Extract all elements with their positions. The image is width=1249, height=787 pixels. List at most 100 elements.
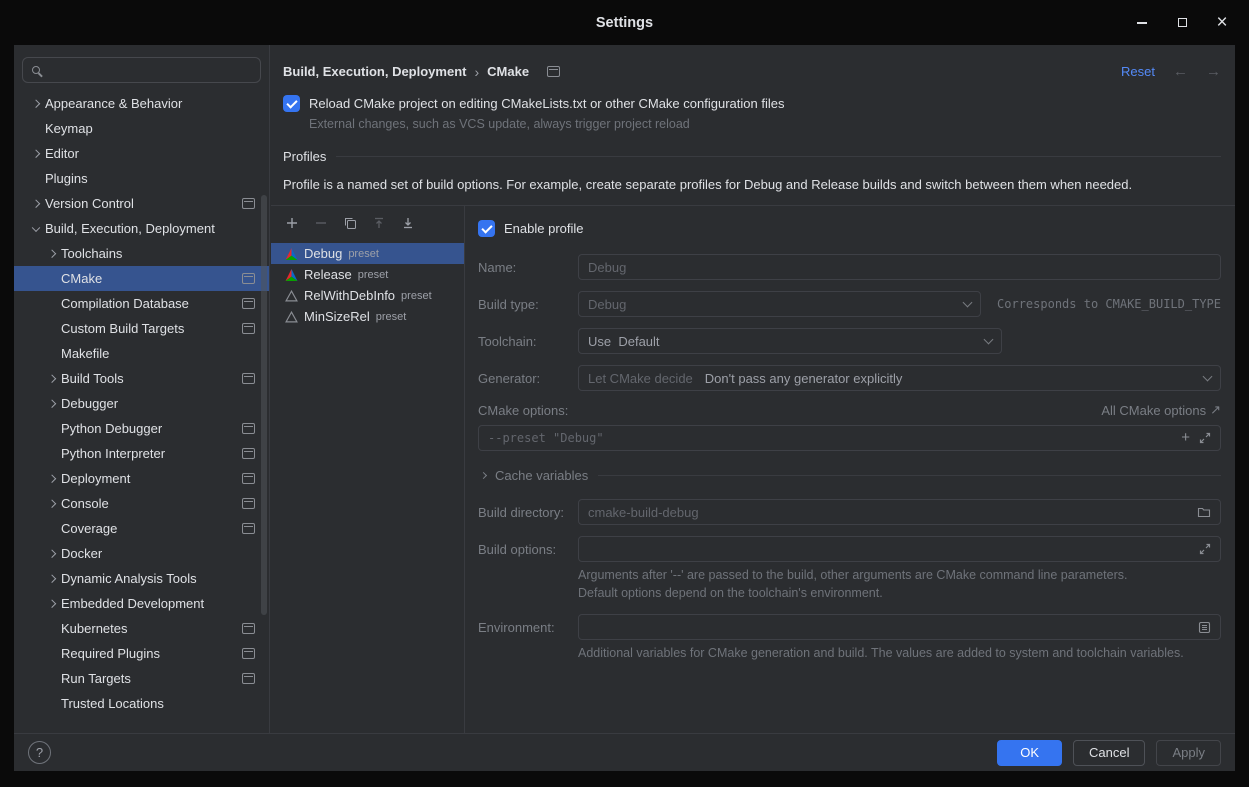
reload-checkbox[interactable] <box>283 95 300 112</box>
sidebar-item[interactable]: Dynamic Analysis Tools <box>14 566 269 591</box>
enable-profile-label[interactable]: Enable profile <box>504 221 584 236</box>
chevron-icon[interactable] <box>30 191 45 216</box>
chevron-icon[interactable] <box>46 266 61 291</box>
chevron-icon[interactable] <box>30 91 45 116</box>
chevron-icon[interactable] <box>46 616 61 641</box>
sidebar-item[interactable]: Custom Build Targets <box>14 316 269 341</box>
sidebar-item[interactable]: Trusted Locations <box>14 691 269 716</box>
reload-checkbox-label[interactable]: Reload CMake project on editing CMakeLis… <box>309 96 784 111</box>
chevron-icon[interactable] <box>46 491 61 516</box>
chevron-icon[interactable] <box>46 466 61 491</box>
close-button[interactable]: × <box>1215 16 1229 30</box>
environment-field[interactable] <box>578 614 1221 640</box>
sidebar-item[interactable]: Python Interpreter <box>14 441 269 466</box>
cache-variables-toggle[interactable]: Cache variables <box>478 468 1221 483</box>
chevron-icon[interactable] <box>46 241 61 266</box>
sidebar-item[interactable]: CMake <box>14 266 269 291</box>
sidebar-item[interactable]: Plugins <box>14 166 269 191</box>
move-down-button[interactable] <box>400 215 416 231</box>
profile-list-item[interactable]: MinSizeRel preset <box>271 306 464 327</box>
sidebar-item[interactable]: Build Tools <box>14 366 269 391</box>
cancel-button[interactable]: Cancel <box>1073 740 1145 766</box>
sidebar-item[interactable]: Makefile <box>14 341 269 366</box>
sidebar-item[interactable]: Console <box>14 491 269 516</box>
breadcrumb-item[interactable]: Build, Execution, Deployment <box>283 64 466 79</box>
sidebar-item[interactable]: Appearance & Behavior <box>14 91 269 116</box>
add-option-icon[interactable]: + <box>1181 432 1190 444</box>
chevron-icon[interactable] <box>30 141 45 166</box>
profile-list-item[interactable]: RelWithDebInfo preset <box>271 285 464 306</box>
sidebar-item[interactable]: Docker <box>14 541 269 566</box>
chevron-icon[interactable] <box>46 341 61 366</box>
cmake-profile-icon <box>285 269 298 281</box>
sidebar-item[interactable]: Python Debugger <box>14 416 269 441</box>
move-up-button[interactable] <box>371 215 387 231</box>
sidebar-item[interactable]: Debugger <box>14 391 269 416</box>
sidebar-item[interactable]: Deployment <box>14 466 269 491</box>
build-options-field[interactable] <box>578 536 1221 562</box>
apply-button[interactable]: Apply <box>1156 740 1221 766</box>
search-input[interactable] <box>47 63 251 78</box>
sidebar-item[interactable]: Compilation Database <box>14 291 269 316</box>
build-directory-field[interactable]: cmake-build-debug <box>578 499 1221 525</box>
chevron-icon[interactable] <box>46 516 61 541</box>
forward-arrow-icon[interactable]: → <box>1206 63 1221 80</box>
chevron-icon[interactable] <box>46 291 61 316</box>
chevron-icon[interactable] <box>30 216 45 241</box>
minimize-button[interactable] <box>1135 16 1149 30</box>
chevron-icon[interactable] <box>46 441 61 466</box>
toolchain-select[interactable]: Use Default <box>578 328 1002 354</box>
profile-list-item[interactable]: Release preset <box>271 264 464 285</box>
chevron-icon[interactable] <box>30 166 45 191</box>
folder-icon[interactable] <box>1197 506 1211 518</box>
copy-profile-button[interactable] <box>342 215 358 231</box>
sidebar-item[interactable]: Required Plugins <box>14 641 269 666</box>
environment-variables-icon[interactable] <box>1198 621 1211 634</box>
chevron-icon[interactable] <box>46 366 61 391</box>
expand-icon[interactable] <box>1199 432 1211 444</box>
build-type-select[interactable]: Debug <box>578 291 981 317</box>
enable-profile-checkbox[interactable] <box>478 220 495 237</box>
screen-icon <box>242 673 255 684</box>
sidebar-item[interactable]: Build, Execution, Deployment <box>14 216 269 241</box>
sidebar-item[interactable]: Version Control <box>14 191 269 216</box>
sidebar-item[interactable]: Embedded Development <box>14 591 269 616</box>
chevron-icon[interactable] <box>46 666 61 691</box>
name-field[interactable]: Debug <box>578 254 1221 280</box>
add-profile-button[interactable] <box>284 215 300 231</box>
sidebar-item[interactable]: Coverage <box>14 516 269 541</box>
chevron-icon[interactable] <box>46 316 61 341</box>
chevron-icon[interactable] <box>46 391 61 416</box>
profile-name: Debug <box>304 246 342 261</box>
sidebar-scrollbar[interactable] <box>261 195 267 615</box>
chevron-icon[interactable] <box>46 641 61 666</box>
breadcrumb-separator-icon: › <box>474 64 479 80</box>
chevron-icon[interactable] <box>46 541 61 566</box>
chevron-icon[interactable] <box>30 116 45 141</box>
sidebar-item[interactable]: Run Targets <box>14 666 269 691</box>
sidebar-item[interactable]: Kubernetes <box>14 616 269 641</box>
sidebar-item-label: Keymap <box>45 121 93 136</box>
remove-profile-button[interactable] <box>313 215 329 231</box>
sidebar-item[interactable]: Keymap <box>14 116 269 141</box>
sidebar-item[interactable]: Editor <box>14 141 269 166</box>
back-arrow-icon[interactable]: ← <box>1173 63 1188 80</box>
chevron-icon[interactable] <box>46 691 61 716</box>
sidebar-item[interactable]: Toolchains <box>14 241 269 266</box>
move-down-icon <box>401 216 415 230</box>
plus-icon <box>285 216 299 230</box>
reload-checkbox-row: Reload CMake project on editing CMakeLis… <box>271 85 1235 112</box>
expand-icon[interactable] <box>1199 543 1211 555</box>
help-button[interactable]: ? <box>28 741 51 764</box>
reset-link[interactable]: Reset <box>1121 64 1155 79</box>
profile-list-item[interactable]: Debug preset <box>271 243 464 264</box>
chevron-icon[interactable] <box>46 566 61 591</box>
all-cmake-options-link[interactable]: All CMake options ↗ <box>1101 402 1221 418</box>
settings-search[interactable] <box>22 57 261 83</box>
chevron-icon[interactable] <box>46 591 61 616</box>
ok-button[interactable]: OK <box>997 740 1062 766</box>
cmake-options-field[interactable]: --preset "Debug" + <box>478 425 1221 451</box>
generator-select[interactable]: Let CMake decide Don't pass any generato… <box>578 365 1221 391</box>
chevron-icon[interactable] <box>46 416 61 441</box>
maximize-button[interactable] <box>1175 16 1189 30</box>
